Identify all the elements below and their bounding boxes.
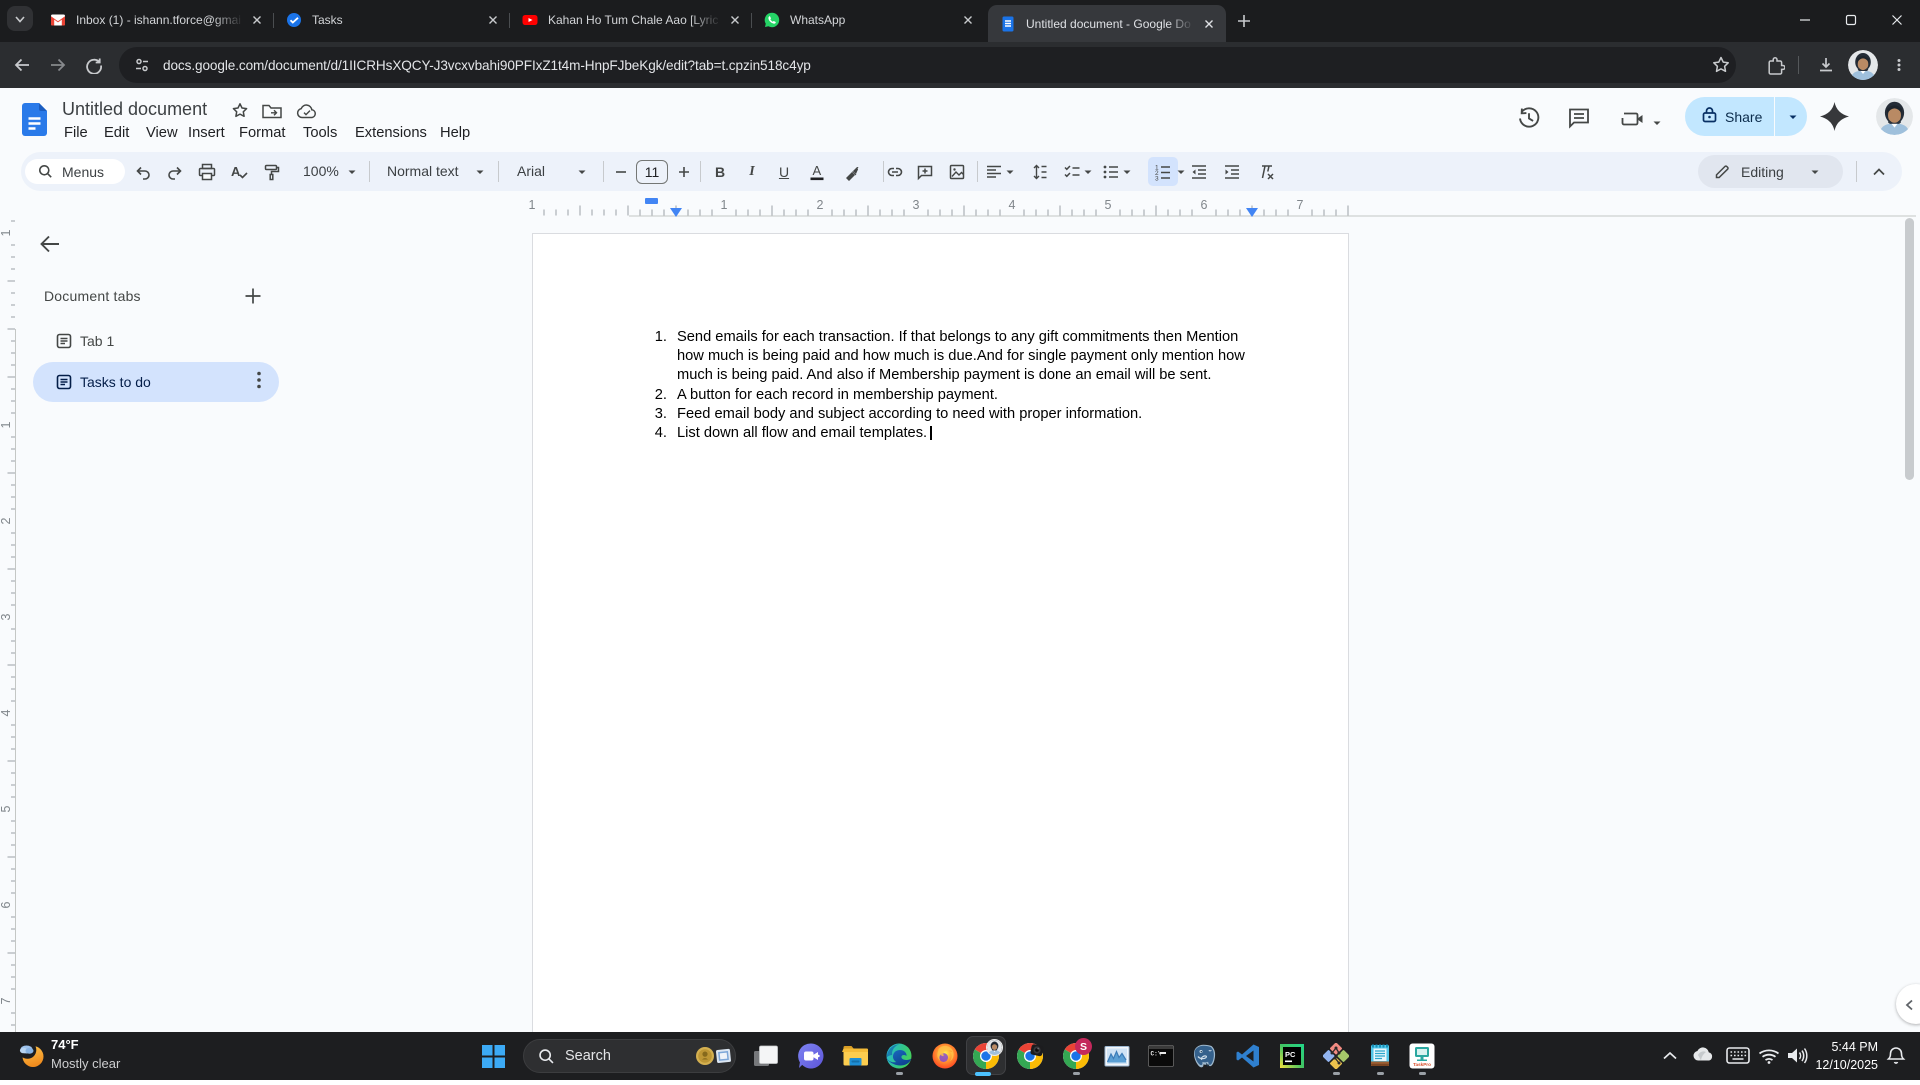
svg-text:4: 4 [1009, 198, 1016, 212]
svg-text:7: 7 [1297, 198, 1304, 212]
svg-text:1: 1 [0, 421, 13, 428]
svg-text:6: 6 [0, 901, 13, 908]
svg-text:1: 1 [721, 198, 728, 212]
svg-text:3: 3 [0, 613, 13, 620]
svg-text:1: 1 [0, 229, 13, 236]
svg-text:A: A [231, 164, 241, 179]
svg-text:6: 6 [1201, 198, 1208, 212]
svg-text:1: 1 [529, 198, 536, 212]
svg-text:TaskPro: TaskPro [1413, 1062, 1431, 1067]
svg-text:A: A [813, 163, 822, 178]
svg-text:4: 4 [0, 709, 13, 716]
svg-text:3: 3 [913, 198, 920, 212]
svg-text:5: 5 [1105, 198, 1112, 212]
svg-text:PC: PC [1285, 1050, 1296, 1059]
svg-text:2: 2 [0, 517, 13, 524]
svg-text:2: 2 [817, 198, 824, 212]
svg-text:5: 5 [0, 805, 13, 812]
svg-text:3: 3 [1155, 175, 1159, 182]
svg-text:7: 7 [0, 997, 13, 1004]
